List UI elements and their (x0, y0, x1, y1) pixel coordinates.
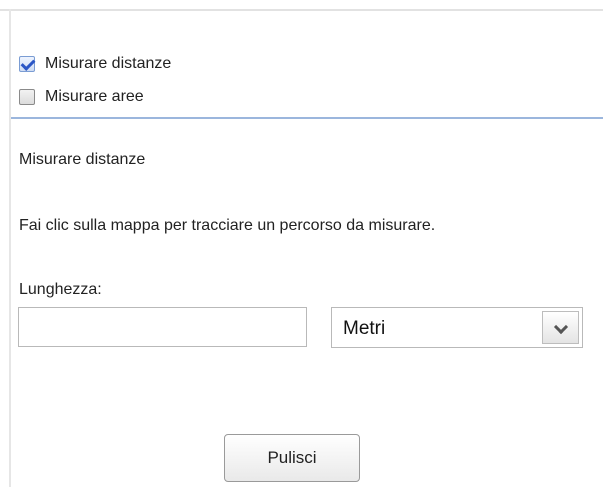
instruction-text: Fai clic sulla mappa per tracciare un pe… (19, 217, 436, 234)
left-border (9, 9, 11, 487)
top-border (0, 9, 603, 11)
clear-button[interactable]: Pulisci (224, 434, 360, 482)
length-input[interactable] (18, 307, 307, 347)
unit-selected-value: Metri (343, 318, 386, 339)
measure-area-checkbox[interactable] (19, 89, 35, 105)
unit-select[interactable]: Metri (331, 307, 583, 348)
measure-distance-option[interactable]: Misurare distanze (19, 55, 171, 73)
measure-distance-label: Misurare distanze (45, 55, 172, 72)
chevron-down-icon[interactable] (542, 311, 579, 344)
measure-distance-checkbox[interactable] (19, 56, 35, 72)
panel-heading: Misurare distanze (19, 151, 146, 168)
measure-area-option[interactable]: Misurare aree (19, 88, 144, 106)
measure-area-label: Misurare aree (45, 88, 144, 105)
length-label: Lunghezza: (19, 281, 102, 298)
section-divider (11, 117, 603, 119)
